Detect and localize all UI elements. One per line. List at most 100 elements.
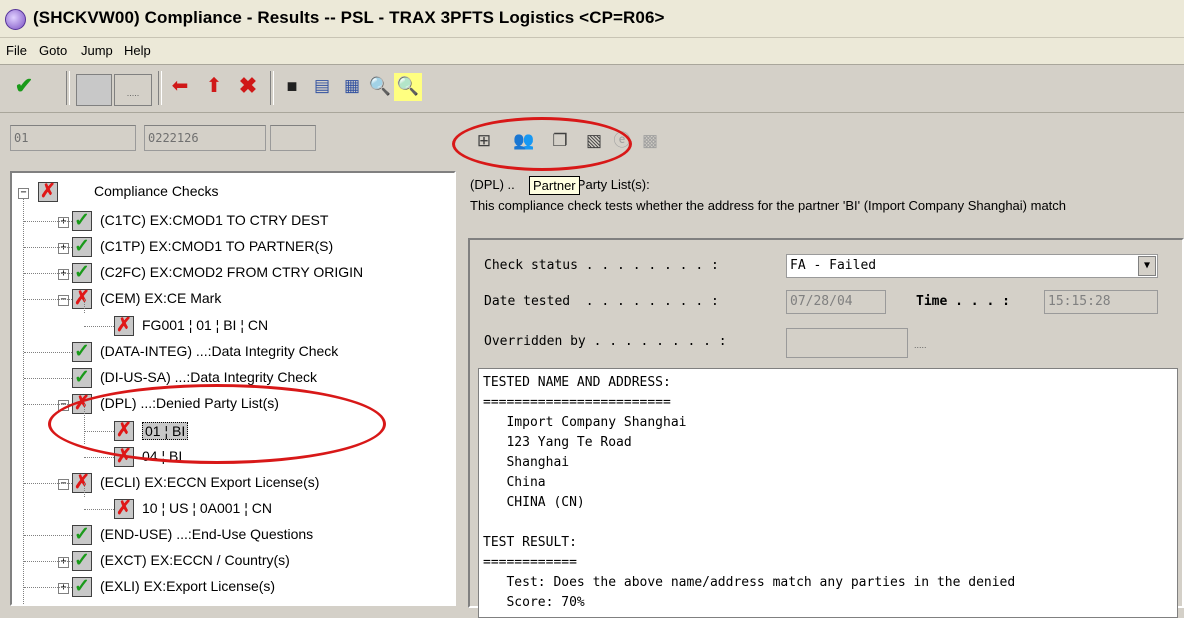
date-tested-label: Date tested . . . . . . . . : (484, 294, 719, 309)
tree-item-label: (ECLI) EX:ECCN Export License(s) (100, 474, 320, 490)
tree-item[interactable]: − ✗ (CEM) EX:CE Mark (12, 286, 452, 312)
tree-item[interactable]: + ✓ (EXLI) EX:Export License(s) (12, 574, 452, 600)
tree-item-label: (DPL) ...:Denied Party List(s) (100, 395, 279, 411)
text-line: Import Company Shanghai (483, 415, 687, 430)
menu-jump[interactable]: Jump (81, 43, 113, 58)
document-icon[interactable]: ▩ (636, 127, 664, 155)
pass-check-icon: ✓ (72, 368, 92, 388)
menu-goto[interactable]: Goto (39, 43, 67, 58)
tree-item[interactable]: ✗ 10 ¦ US ¦ 0A001 ¦ CN (12, 496, 452, 522)
tree-item-label: (CEM) EX:CE Mark (100, 290, 222, 306)
tree-item[interactable]: ✓ (DI-US-SA) ...:Data Integrity Check (12, 365, 452, 391)
check-status-value: FA - Failed (790, 258, 877, 273)
collapse-icon[interactable]: − (58, 400, 69, 411)
web-icon[interactable]: ⓔ (608, 127, 636, 155)
cancel-icon[interactable]: ✖ (234, 73, 262, 101)
detail-pane: (DPL) .. Party List(s): This compliance c… (462, 171, 1184, 618)
partner-icon[interactable]: 👥 (510, 127, 538, 155)
tree-item[interactable]: ✗ 01 ¦ BI (12, 418, 452, 444)
up-arrow-icon[interactable]: ⬆ (200, 73, 228, 101)
tree-item-label: (DATA-INTEG) ...:Data Integrity Check (100, 343, 339, 359)
menu-help[interactable]: Help (124, 43, 151, 58)
overridden-by-ellipsis[interactable]: ..... (914, 340, 927, 350)
tree-item[interactable]: + ✓ (C1TC) EX:CMOD1 TO CTRY DEST (12, 208, 452, 234)
command-ellipsis-button[interactable]: ..... (114, 74, 152, 106)
detail-form: Check status . . . . . . . . : FA - Fail… (468, 238, 1184, 618)
print-preview-icon[interactable]: ▦ (338, 73, 366, 101)
tree-item-label: (EXCT) EX:ECCN / Country(s) (100, 552, 290, 568)
fail-x-icon: ✗ (72, 289, 92, 309)
tree-item-label: 10 ¦ US ¦ 0A001 ¦ CN (142, 500, 272, 516)
text-line: Score: 70% (483, 595, 585, 610)
pass-check-icon: ✓ (72, 342, 92, 362)
chevron-down-icon[interactable]: ▼ (1138, 256, 1156, 276)
text-line: Shanghai (483, 455, 570, 470)
app-icon (5, 9, 26, 30)
tree-item[interactable]: + ✓ (C2FC) EX:CMOD2 FROM CTRY ORIGIN (12, 260, 452, 286)
text-line: TESTED NAME AND ADDRESS: (483, 375, 671, 390)
find-next-icon[interactable]: 🔍 (394, 73, 422, 101)
expand-icon[interactable]: + (58, 269, 69, 280)
tree-item[interactable]: + ✓ (C1TP) EX:CMOD1 TO PARTNER(S) (12, 234, 452, 260)
tree-item-label: 01 ¦ BI (142, 422, 189, 440)
back-arrow-icon[interactable]: ⬅ (166, 73, 194, 101)
pass-check-icon: ✓ (72, 263, 92, 283)
collapse-icon[interactable]: − (58, 479, 69, 490)
tree-item[interactable]: + ✓ (EXCT) EX:ECCN / Country(s) (12, 548, 452, 574)
text-line: ============ (483, 555, 577, 570)
expand-icon[interactable]: + (58, 557, 69, 568)
date-tested-field[interactable]: 07/28/04 (786, 290, 886, 314)
command-input[interactable] (76, 74, 112, 106)
expand-icon[interactable]: + (58, 217, 69, 228)
pass-check-icon: ✓ (72, 211, 92, 231)
compliance-tree[interactable]: − ✗ Compliance Checks + ✓ (C1TC) EX:CMOD1 … (10, 171, 456, 606)
key-fields-row: 01 0222126 ⊞ 👥 ❐ ▧ ⓔ ▩ (0, 113, 1184, 165)
tree-item-label: 04 ¦ BI (142, 448, 183, 464)
tree-item[interactable]: ✓ (END-USE) ...:End-Use Questions (12, 522, 452, 548)
pass-check-icon: ✓ (72, 237, 92, 257)
tree-item-label: (EXLI) EX:Export License(s) (100, 578, 276, 594)
overridden-by-field[interactable] (786, 328, 908, 358)
fail-x-icon: ✗ (38, 182, 58, 202)
company-field[interactable]: 01 (10, 125, 136, 151)
fail-x-icon: ✗ (72, 394, 92, 414)
time-field[interactable]: 15:15:28 (1044, 290, 1158, 314)
fail-x-icon: ✗ (114, 447, 134, 467)
expand-icon[interactable]: + (58, 583, 69, 594)
tree-item[interactable]: − ✗ (ECLI) EX:ECCN Export License(s) (12, 470, 452, 496)
header-icon[interactable]: ⊞ (470, 127, 498, 155)
save-icon[interactable]: ■ (278, 73, 306, 101)
tree-item-label: (C2FC) EX:CMOD2 FROM CTRY ORIGIN (100, 264, 364, 280)
collapse-icon[interactable]: − (18, 188, 29, 199)
sequence-field[interactable] (270, 125, 316, 151)
checkmark-icon[interactable]: ✔ (10, 73, 38, 101)
tree-item[interactable]: − ✗ (DPL) ...:Denied Party List(s) (12, 391, 452, 417)
tree-item[interactable]: ✗ 04 ¦ BI (12, 444, 452, 470)
tree-item-label: (DI-US-SA) ...:Data Integrity Check (100, 369, 318, 385)
overridden-by-label: Overridden by . . . . . . . . : (484, 334, 727, 349)
print-icon[interactable]: ▤ (308, 73, 336, 101)
tree-item[interactable]: ✗ FG001 ¦ 01 ¦ BI ¦ CN (12, 313, 452, 339)
tree-item-label: (C1TP) EX:CMOD1 TO PARTNER(S) (100, 238, 334, 254)
tree-item[interactable]: ✓ (DATA-INTEG) ...:Data Integrity Check (12, 339, 452, 365)
menu-file[interactable]: File (6, 43, 27, 58)
pass-check-icon: ✓ (72, 551, 92, 571)
fail-x-icon: ✗ (72, 473, 92, 493)
check-status-select[interactable]: FA - Failed ▼ (786, 254, 1158, 278)
expand-icon[interactable]: + (58, 243, 69, 254)
partner-tooltip: Partner (529, 176, 580, 195)
menu-bar: File Goto Jump Help (0, 38, 1184, 65)
find-icon[interactable]: 🔍 (366, 73, 394, 101)
fail-x-icon: ✗ (114, 316, 134, 336)
text-line: Test: Does the above name/address match … (483, 575, 1016, 590)
document-number-field[interactable]: 0222126 (144, 125, 266, 151)
fail-x-icon: ✗ (114, 499, 134, 519)
collapse-icon[interactable]: − (58, 295, 69, 306)
tree-root-label[interactable]: Compliance Checks (94, 183, 219, 199)
time-label: Time . . . : (916, 294, 1010, 309)
detail-description: This compliance check tests whether the … (470, 198, 1067, 213)
license-icon[interactable]: ▧ (580, 127, 608, 155)
notes-icon[interactable]: ❐ (546, 127, 574, 155)
toolbar: ✔ ..... ⬅ ⬆ ✖ ■ ▤ ▦ 🔍 🔍 (0, 65, 1184, 113)
results-text-area[interactable]: TESTED NAME AND ADDRESS: ================… (478, 368, 1178, 618)
